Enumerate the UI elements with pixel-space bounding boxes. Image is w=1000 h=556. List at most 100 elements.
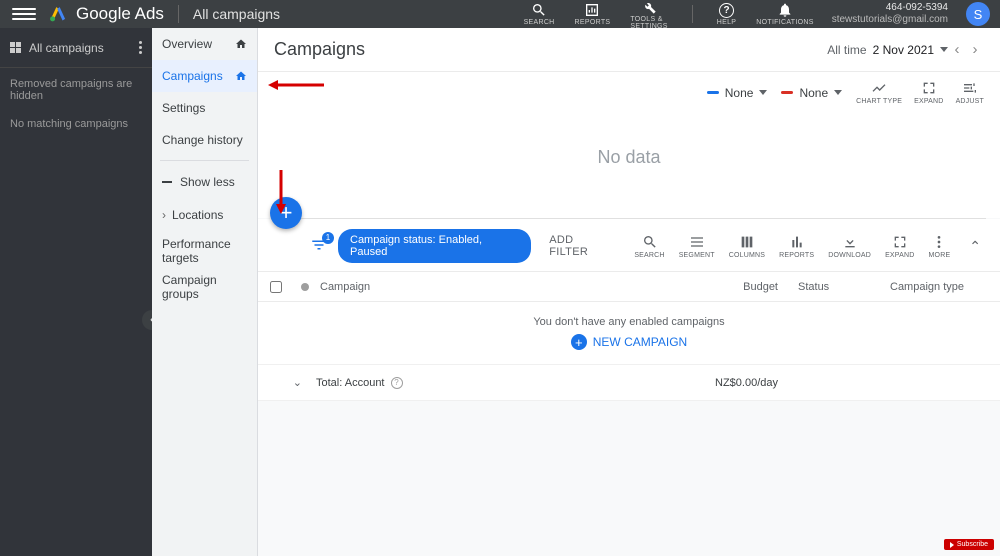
- chart-controls: None None CHART TYPE EXPAND ADJUST: [258, 72, 1000, 107]
- expand-icon: [892, 234, 908, 250]
- download-icon: [842, 234, 858, 250]
- annotation-arrow-vertical: [274, 170, 288, 214]
- series-swatch-red: [781, 91, 793, 94]
- adjust-chart-button[interactable]: ADJUST: [956, 80, 984, 105]
- dropdown-icon: [834, 90, 842, 95]
- chart-no-data: No data: [258, 107, 1000, 218]
- columns-icon: [739, 234, 755, 250]
- product-name: Google Ads: [76, 4, 164, 24]
- account-info[interactable]: 464-092-5394 stewstutorials@gmail.com: [824, 2, 956, 26]
- page-nav: Overview Campaigns Settings Change histo…: [152, 28, 258, 556]
- nav-settings[interactable]: Settings: [152, 92, 257, 124]
- hamburger-menu-icon[interactable]: [12, 2, 36, 26]
- scope-selector[interactable]: All campaigns: [0, 28, 152, 68]
- nav-campaigns[interactable]: Campaigns: [152, 60, 257, 92]
- nav-locations[interactable]: Locations: [152, 199, 257, 231]
- collapse-toolbar-button[interactable]: ⌃: [966, 237, 984, 255]
- expand-total-button[interactable]: ⌄: [258, 376, 316, 389]
- filter-chip-status[interactable]: Campaign status: Enabled, Paused: [338, 229, 531, 263]
- expand-icon: [921, 80, 937, 96]
- grid-icon: [10, 42, 21, 53]
- scope-empty-message: No matching campaigns: [0, 108, 152, 136]
- sliders-icon: [962, 80, 978, 96]
- table-toolbar: + 1 Campaign status: Enabled, Paused ADD…: [258, 219, 1000, 272]
- segment-button[interactable]: SEGMENT: [679, 234, 715, 259]
- page-title: Campaigns: [274, 39, 365, 60]
- account-email: stewstutorials@gmail.com: [832, 14, 948, 26]
- help-icon: ?: [719, 2, 735, 18]
- bar-chart-icon: [789, 234, 805, 250]
- total-budget-value: NZ$0.00/day: [648, 377, 798, 389]
- chart-series-2[interactable]: None: [781, 86, 842, 100]
- chart-type-button[interactable]: CHART TYPE: [856, 80, 902, 105]
- column-type[interactable]: Campaign type: [890, 281, 1000, 293]
- more-vert-icon[interactable]: [139, 41, 142, 54]
- wrench-icon: [641, 0, 657, 15]
- status-dot-header: [294, 283, 316, 291]
- reports-icon: [584, 2, 600, 18]
- filter-count-badge: 1: [322, 232, 334, 244]
- more-vert-icon: [931, 234, 947, 250]
- nav-overview[interactable]: Overview: [152, 28, 257, 60]
- subscribe-badge[interactable]: Subscribe: [944, 539, 994, 550]
- header-context[interactable]: All campaigns: [193, 6, 280, 22]
- dropdown-icon: [940, 47, 948, 52]
- total-row: ⌄ Total: Account ? NZ$0.00/day: [258, 365, 1000, 401]
- plus-circle-icon: +: [571, 334, 587, 350]
- annotation-arrow-horizontal: [268, 78, 324, 92]
- new-campaign-button[interactable]: + NEW CAMPAIGN: [571, 334, 687, 350]
- select-all-checkbox[interactable]: [258, 281, 294, 293]
- filter-button[interactable]: 1: [310, 236, 328, 257]
- header-divider: [178, 5, 179, 23]
- nav-change-history[interactable]: Change history: [152, 124, 257, 156]
- column-campaign[interactable]: Campaign: [316, 281, 648, 293]
- product-logo[interactable]: Google Ads: [48, 3, 164, 26]
- notifications-button[interactable]: NOTIFICATIONS: [746, 2, 823, 26]
- expand-chart-button[interactable]: EXPAND: [914, 80, 943, 105]
- column-status[interactable]: Status: [798, 281, 890, 293]
- page-header: Campaigns All time 2 Nov 2021 ‹ ›: [258, 28, 1000, 72]
- columns-button[interactable]: COLUMNS: [729, 234, 765, 259]
- search-icon: [642, 234, 658, 250]
- dropdown-icon: [759, 90, 767, 95]
- add-filter-button[interactable]: ADD FILTER: [549, 234, 614, 258]
- total-label: Total: Account: [316, 377, 385, 389]
- home-icon: [235, 38, 247, 50]
- more-button[interactable]: MORE: [929, 234, 951, 259]
- help-button[interactable]: ? HELP: [707, 2, 747, 26]
- chart-series-1[interactable]: None: [707, 86, 768, 100]
- table-search-button[interactable]: SEARCH: [634, 234, 664, 259]
- minus-icon: [162, 181, 172, 183]
- nav-separator: [160, 160, 249, 161]
- nav-campaign-groups[interactable]: Campaign groups: [152, 271, 257, 303]
- column-budget[interactable]: Budget: [648, 281, 798, 293]
- date-next-button[interactable]: ›: [966, 41, 984, 59]
- bell-icon: [777, 2, 793, 18]
- avatar[interactable]: S: [966, 2, 990, 26]
- chart-line-icon: [871, 80, 887, 96]
- reports-button[interactable]: REPORTS: [565, 2, 621, 26]
- tools-settings-button[interactable]: TOOLS & SETTINGS: [620, 0, 677, 30]
- scope-panel: All campaigns Removed campaigns are hidd…: [0, 28, 152, 556]
- search-icon: [531, 2, 547, 18]
- empty-state-message: You don't have any enabled campaigns: [258, 316, 1000, 328]
- app-header: Google Ads All campaigns SEARCH REPORTS …: [0, 0, 1000, 28]
- table-header-row: Campaign Budget Status Campaign type: [258, 272, 1000, 302]
- empty-state: You don't have any enabled campaigns + N…: [258, 302, 1000, 365]
- segment-icon: [689, 234, 705, 250]
- header-actions: SEARCH REPORTS TOOLS & SETTINGS ? HELP N…: [514, 0, 1000, 28]
- table-reports-button[interactable]: REPORTS: [779, 234, 814, 259]
- google-ads-logo-icon: [48, 3, 68, 26]
- expand-table-button[interactable]: EXPAND: [885, 234, 914, 259]
- nav-performance-targets[interactable]: Performance targets: [152, 231, 257, 271]
- info-icon[interactable]: ?: [391, 377, 403, 389]
- play-icon: [950, 542, 954, 548]
- account-id: 464-092-5394: [886, 2, 948, 14]
- download-button[interactable]: DOWNLOAD: [828, 234, 871, 259]
- series-swatch-blue: [707, 91, 719, 94]
- date-prev-button[interactable]: ‹: [948, 41, 966, 59]
- date-range-picker[interactable]: All time 2 Nov 2021: [827, 43, 948, 57]
- nav-show-less[interactable]: Show less: [152, 165, 257, 199]
- home-icon: [235, 70, 247, 82]
- search-button[interactable]: SEARCH: [514, 2, 565, 26]
